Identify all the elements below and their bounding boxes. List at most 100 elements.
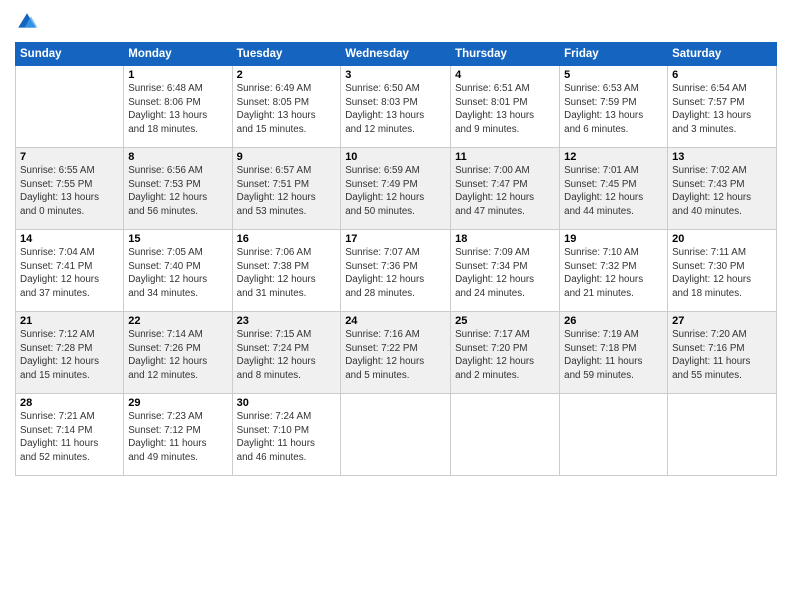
day-number: 25 [455, 315, 555, 327]
day-info: Sunrise: 7:24 AM Sunset: 7:10 PM Dayligh… [237, 410, 337, 465]
calendar-cell: 25Sunrise: 7:17 AM Sunset: 7:20 PM Dayli… [451, 312, 560, 394]
page: SundayMondayTuesdayWednesdayThursdayFrid… [0, 0, 792, 612]
calendar-cell: 26Sunrise: 7:19 AM Sunset: 7:18 PM Dayli… [560, 312, 668, 394]
day-number: 28 [20, 397, 119, 409]
day-number: 16 [237, 233, 337, 245]
col-header-saturday: Saturday [668, 43, 777, 66]
day-number: 2 [237, 69, 337, 81]
calendar-cell: 6Sunrise: 6:54 AM Sunset: 7:57 PM Daylig… [668, 66, 777, 148]
calendar-cell: 10Sunrise: 6:59 AM Sunset: 7:49 PM Dayli… [341, 148, 451, 230]
col-header-wednesday: Wednesday [341, 43, 451, 66]
col-header-monday: Monday [124, 43, 232, 66]
calendar-cell: 27Sunrise: 7:20 AM Sunset: 7:16 PM Dayli… [668, 312, 777, 394]
header [15, 10, 777, 34]
day-number: 26 [564, 315, 663, 327]
calendar-cell: 24Sunrise: 7:16 AM Sunset: 7:22 PM Dayli… [341, 312, 451, 394]
day-info: Sunrise: 6:54 AM Sunset: 7:57 PM Dayligh… [672, 82, 772, 137]
day-info: Sunrise: 7:14 AM Sunset: 7:26 PM Dayligh… [128, 328, 227, 383]
calendar-cell [16, 66, 124, 148]
day-number: 1 [128, 69, 227, 81]
calendar-table: SundayMondayTuesdayWednesdayThursdayFrid… [15, 42, 777, 476]
day-number: 14 [20, 233, 119, 245]
day-number: 5 [564, 69, 663, 81]
day-number: 20 [672, 233, 772, 245]
day-number: 12 [564, 151, 663, 163]
calendar-cell [451, 394, 560, 476]
day-number: 13 [672, 151, 772, 163]
day-info: Sunrise: 6:55 AM Sunset: 7:55 PM Dayligh… [20, 164, 119, 219]
col-header-thursday: Thursday [451, 43, 560, 66]
col-header-sunday: Sunday [16, 43, 124, 66]
day-info: Sunrise: 6:50 AM Sunset: 8:03 PM Dayligh… [345, 82, 446, 137]
calendar-cell: 17Sunrise: 7:07 AM Sunset: 7:36 PM Dayli… [341, 230, 451, 312]
calendar-cell: 23Sunrise: 7:15 AM Sunset: 7:24 PM Dayli… [232, 312, 341, 394]
day-info: Sunrise: 7:21 AM Sunset: 7:14 PM Dayligh… [20, 410, 119, 465]
day-number: 21 [20, 315, 119, 327]
calendar-cell: 16Sunrise: 7:06 AM Sunset: 7:38 PM Dayli… [232, 230, 341, 312]
day-info: Sunrise: 7:00 AM Sunset: 7:47 PM Dayligh… [455, 164, 555, 219]
day-info: Sunrise: 6:49 AM Sunset: 8:05 PM Dayligh… [237, 82, 337, 137]
day-info: Sunrise: 6:51 AM Sunset: 8:01 PM Dayligh… [455, 82, 555, 137]
day-number: 30 [237, 397, 337, 409]
day-info: Sunrise: 7:02 AM Sunset: 7:43 PM Dayligh… [672, 164, 772, 219]
calendar-cell: 2Sunrise: 6:49 AM Sunset: 8:05 PM Daylig… [232, 66, 341, 148]
day-number: 4 [455, 69, 555, 81]
day-number: 24 [345, 315, 446, 327]
calendar-cell [341, 394, 451, 476]
day-info: Sunrise: 7:12 AM Sunset: 7:28 PM Dayligh… [20, 328, 119, 383]
day-info: Sunrise: 7:07 AM Sunset: 7:36 PM Dayligh… [345, 246, 446, 301]
calendar-week-row: 21Sunrise: 7:12 AM Sunset: 7:28 PM Dayli… [16, 312, 777, 394]
day-info: Sunrise: 7:10 AM Sunset: 7:32 PM Dayligh… [564, 246, 663, 301]
day-info: Sunrise: 7:16 AM Sunset: 7:22 PM Dayligh… [345, 328, 446, 383]
day-info: Sunrise: 7:05 AM Sunset: 7:40 PM Dayligh… [128, 246, 227, 301]
calendar-cell: 12Sunrise: 7:01 AM Sunset: 7:45 PM Dayli… [560, 148, 668, 230]
calendar-cell: 13Sunrise: 7:02 AM Sunset: 7:43 PM Dayli… [668, 148, 777, 230]
day-number: 15 [128, 233, 227, 245]
calendar-cell: 15Sunrise: 7:05 AM Sunset: 7:40 PM Dayli… [124, 230, 232, 312]
day-info: Sunrise: 6:59 AM Sunset: 7:49 PM Dayligh… [345, 164, 446, 219]
calendar-cell: 11Sunrise: 7:00 AM Sunset: 7:47 PM Dayli… [451, 148, 560, 230]
day-info: Sunrise: 7:01 AM Sunset: 7:45 PM Dayligh… [564, 164, 663, 219]
day-info: Sunrise: 6:56 AM Sunset: 7:53 PM Dayligh… [128, 164, 227, 219]
day-info: Sunrise: 7:17 AM Sunset: 7:20 PM Dayligh… [455, 328, 555, 383]
col-header-friday: Friday [560, 43, 668, 66]
calendar-week-row: 7Sunrise: 6:55 AM Sunset: 7:55 PM Daylig… [16, 148, 777, 230]
col-header-tuesday: Tuesday [232, 43, 341, 66]
calendar-week-row: 28Sunrise: 7:21 AM Sunset: 7:14 PM Dayli… [16, 394, 777, 476]
day-info: Sunrise: 7:11 AM Sunset: 7:30 PM Dayligh… [672, 246, 772, 301]
day-number: 8 [128, 151, 227, 163]
day-number: 27 [672, 315, 772, 327]
calendar-cell: 28Sunrise: 7:21 AM Sunset: 7:14 PM Dayli… [16, 394, 124, 476]
day-number: 17 [345, 233, 446, 245]
calendar-cell: 19Sunrise: 7:10 AM Sunset: 7:32 PM Dayli… [560, 230, 668, 312]
calendar-cell: 21Sunrise: 7:12 AM Sunset: 7:28 PM Dayli… [16, 312, 124, 394]
day-number: 23 [237, 315, 337, 327]
calendar-cell: 3Sunrise: 6:50 AM Sunset: 8:03 PM Daylig… [341, 66, 451, 148]
calendar-week-row: 1Sunrise: 6:48 AM Sunset: 8:06 PM Daylig… [16, 66, 777, 148]
day-info: Sunrise: 7:19 AM Sunset: 7:18 PM Dayligh… [564, 328, 663, 383]
logo-icon [15, 10, 39, 34]
day-number: 18 [455, 233, 555, 245]
calendar-cell: 7Sunrise: 6:55 AM Sunset: 7:55 PM Daylig… [16, 148, 124, 230]
day-number: 29 [128, 397, 227, 409]
calendar-cell: 18Sunrise: 7:09 AM Sunset: 7:34 PM Dayli… [451, 230, 560, 312]
calendar-cell: 5Sunrise: 6:53 AM Sunset: 7:59 PM Daylig… [560, 66, 668, 148]
day-info: Sunrise: 7:15 AM Sunset: 7:24 PM Dayligh… [237, 328, 337, 383]
calendar-cell: 4Sunrise: 6:51 AM Sunset: 8:01 PM Daylig… [451, 66, 560, 148]
day-info: Sunrise: 7:09 AM Sunset: 7:34 PM Dayligh… [455, 246, 555, 301]
calendar-cell: 1Sunrise: 6:48 AM Sunset: 8:06 PM Daylig… [124, 66, 232, 148]
day-number: 9 [237, 151, 337, 163]
day-number: 22 [128, 315, 227, 327]
calendar-cell: 14Sunrise: 7:04 AM Sunset: 7:41 PM Dayli… [16, 230, 124, 312]
day-info: Sunrise: 6:57 AM Sunset: 7:51 PM Dayligh… [237, 164, 337, 219]
day-number: 11 [455, 151, 555, 163]
calendar-cell [668, 394, 777, 476]
calendar-cell: 20Sunrise: 7:11 AM Sunset: 7:30 PM Dayli… [668, 230, 777, 312]
day-number: 19 [564, 233, 663, 245]
calendar-header-row: SundayMondayTuesdayWednesdayThursdayFrid… [16, 43, 777, 66]
calendar-cell [560, 394, 668, 476]
day-number: 6 [672, 69, 772, 81]
day-number: 3 [345, 69, 446, 81]
calendar-cell: 8Sunrise: 6:56 AM Sunset: 7:53 PM Daylig… [124, 148, 232, 230]
day-number: 10 [345, 151, 446, 163]
